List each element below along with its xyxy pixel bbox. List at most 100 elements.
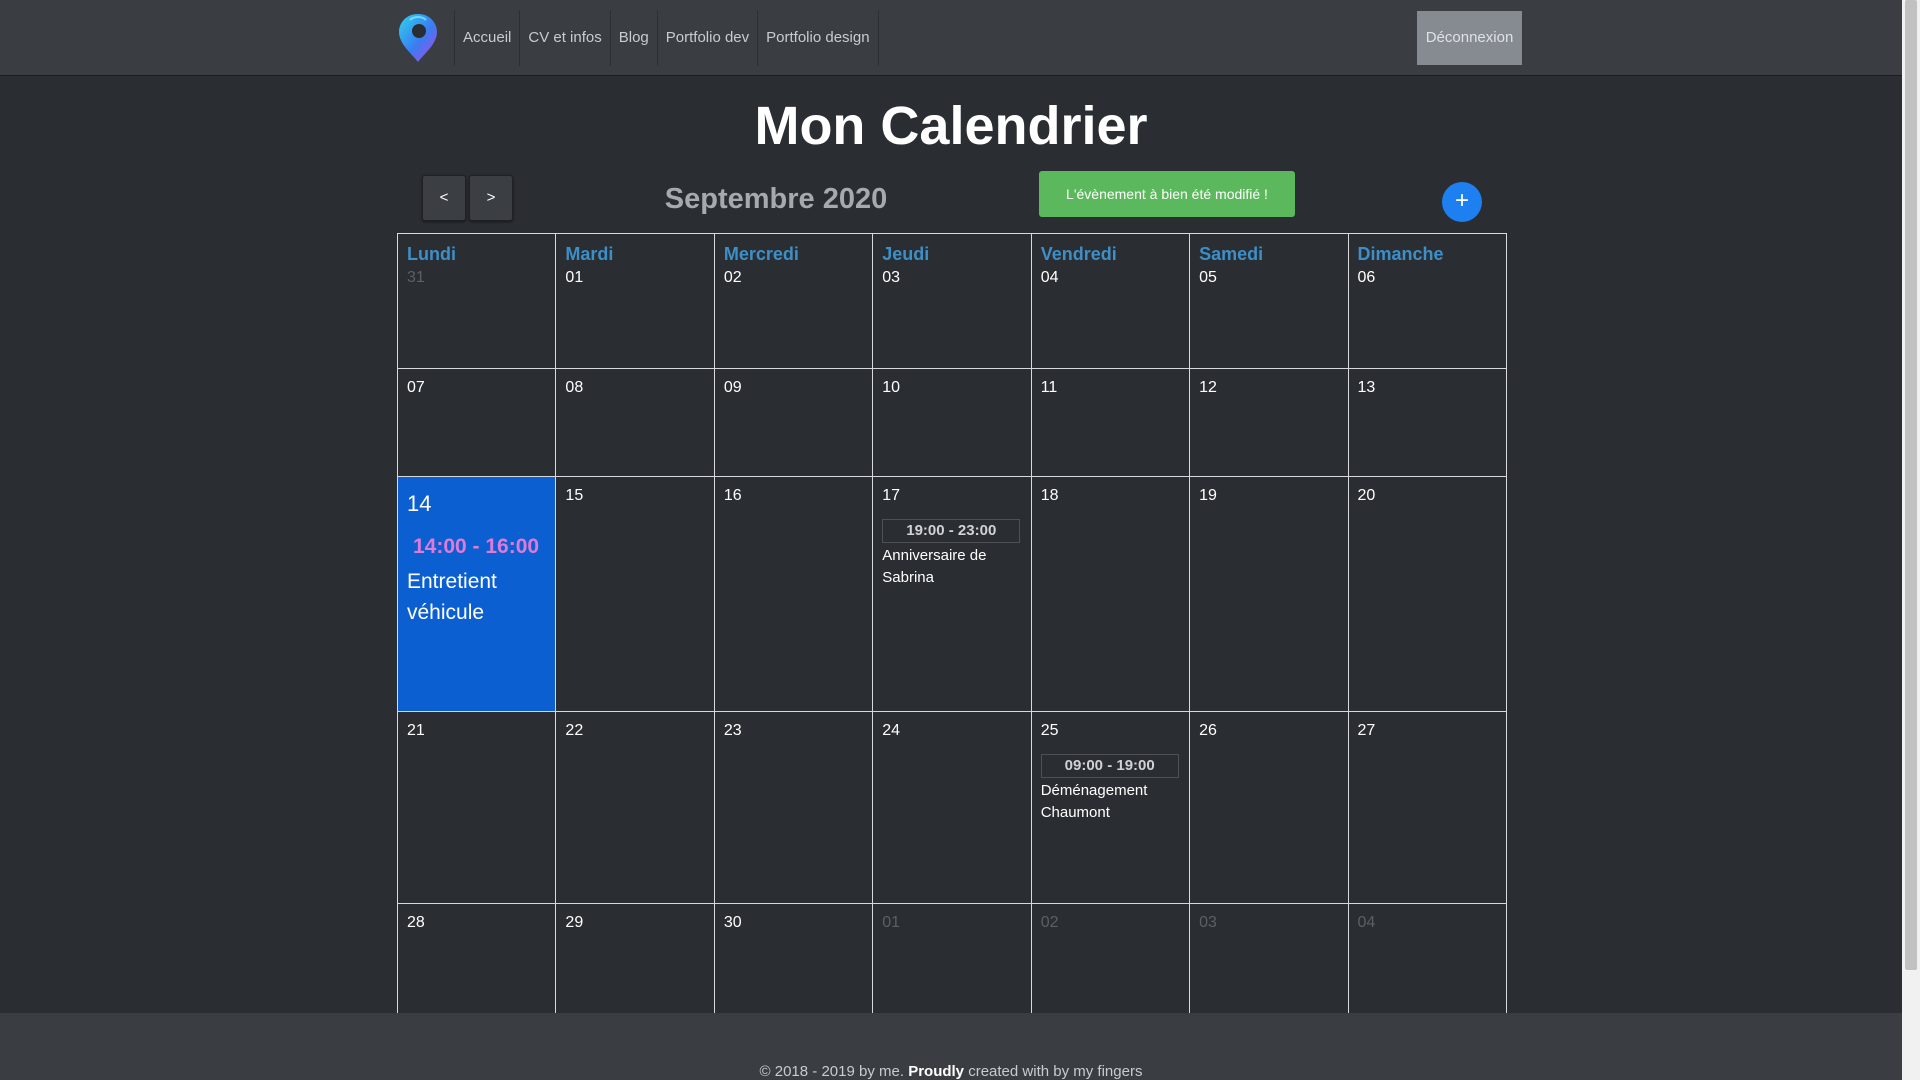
nav-link-accueil[interactable]: Accueil — [454, 10, 519, 66]
day-number: 06 — [1357, 269, 1376, 286]
day-number: 12 — [1199, 379, 1217, 396]
next-month-button[interactable]: > — [469, 175, 513, 221]
day-number: 03 — [882, 269, 901, 286]
calendar-week: 28 29 30 01 02 03 04 — [396, 903, 1508, 1014]
calendar-day[interactable]: 02 — [1030, 903, 1191, 1014]
calendar-day[interactable]: Samedi 05 — [1189, 233, 1349, 369]
calendar-day[interactable]: 01 — [872, 903, 1032, 1014]
day-number: 22 — [565, 722, 584, 739]
map-pin-logo-icon[interactable] — [396, 12, 440, 64]
calendar-day[interactable]: 12 — [1189, 368, 1349, 477]
calendar-day[interactable]: 23 — [713, 711, 874, 904]
calendar-day[interactable]: 29 — [555, 903, 715, 1014]
event-time[interactable]: 14:00 - 16:00 — [407, 535, 546, 559]
day-number: 09 — [723, 379, 742, 396]
nav-links: Accueil CV et infos Blog Portfolio dev P… — [454, 10, 879, 66]
add-event-button[interactable]: + — [1442, 182, 1482, 222]
event-title[interactable]: Anniversaire de Sabrina — [882, 545, 1020, 589]
calendar-day[interactable]: 17 19:00 - 23:00 Anniversaire de Sabrina — [872, 476, 1032, 712]
calendar-day[interactable]: 21 — [396, 711, 557, 904]
scrollbar-thumb[interactable] — [1905, 0, 1917, 970]
calendar-event[interactable]: 09:00 - 19:00 Déménagement Chaumont — [1040, 754, 1179, 824]
navbar: Accueil CV et infos Blog Portfolio dev P… — [0, 0, 1902, 76]
calendar-week: Lundi 31 Mardi 01 Mercredi 02 Jeudi 03 Vendr… — [396, 233, 1508, 369]
day-number: 30 — [723, 914, 742, 931]
day-number: 04 — [1040, 269, 1059, 286]
calendar-day[interactable]: 25 09:00 - 19:00 Déménagement Chaumont — [1030, 711, 1191, 904]
day-number: 29 — [565, 914, 584, 931]
calendar-day[interactable]: 26 — [1189, 711, 1349, 904]
calendar-week: 14 14:00 - 16:00 Entretient véhicule 15 … — [396, 476, 1508, 712]
day-number: 28 — [407, 914, 425, 931]
nav-link-portfolio-design[interactable]: Portfolio design — [757, 10, 879, 66]
calendar-day[interactable]: Mercredi 02 — [713, 233, 874, 369]
day-number: 05 — [1199, 269, 1217, 286]
event-time[interactable]: 19:00 - 23:00 — [882, 519, 1021, 543]
event-time[interactable]: 09:00 - 19:00 — [1040, 754, 1179, 778]
day-number: 02 — [1040, 914, 1059, 931]
day-number: 02 — [723, 269, 742, 286]
calendar-day[interactable]: 03 — [1189, 903, 1349, 1014]
calendar-day[interactable]: Mardi 01 — [555, 233, 715, 369]
calendar-day[interactable]: 16 — [713, 476, 874, 712]
calendar-day[interactable]: 22 — [555, 711, 715, 904]
day-number: 17 — [882, 487, 901, 504]
calendar-grid: Lundi 31 Mardi 01 Mercredi 02 Jeudi 03 Vendr… — [396, 233, 1508, 1014]
calendar-day[interactable]: 27 — [1347, 711, 1508, 904]
calendar-day[interactable]: 28 — [396, 903, 557, 1014]
calendar-day[interactable]: 08 — [555, 368, 715, 477]
calendar-day[interactable]: Lundi 31 — [396, 233, 557, 369]
calendar-day[interactable]: Vendredi 04 — [1030, 233, 1191, 369]
footer-bold: Proudly — [908, 1063, 965, 1080]
day-number: 20 — [1357, 487, 1376, 504]
day-number: 27 — [1357, 722, 1376, 739]
calendar-day[interactable]: 30 — [713, 903, 874, 1014]
day-number: 16 — [723, 487, 742, 504]
weekday-label: Mercredi — [723, 244, 799, 264]
month-label: Septembre 2020 — [664, 183, 888, 215]
day-number: 08 — [565, 379, 584, 396]
day-number: 04 — [1357, 914, 1376, 931]
calendar-day[interactable]: 10 — [872, 368, 1032, 477]
weekday-label: Dimanche — [1357, 244, 1444, 264]
calendar-day[interactable]: 07 — [396, 368, 557, 477]
calendar-day[interactable]: 24 — [872, 711, 1032, 904]
prev-month-button[interactable]: < — [422, 175, 466, 221]
day-number: 26 — [1199, 722, 1217, 739]
calendar-day[interactable]: 20 — [1347, 476, 1508, 712]
weekday-label: Mardi — [565, 244, 614, 264]
calendar-day[interactable]: 13 — [1347, 368, 1508, 477]
footer-credit: created with by my fingers — [968, 1063, 1143, 1080]
event-title[interactable]: Déménagement Chaumont — [1041, 780, 1179, 824]
day-number: 19 — [1199, 487, 1217, 504]
nav-link-portfolio-dev[interactable]: Portfolio dev — [656, 10, 757, 66]
calendar-week: 07 08 09 10 11 12 13 — [396, 368, 1508, 477]
weekday-label: Samedi — [1199, 244, 1264, 264]
calendar-day[interactable]: Jeudi 03 — [872, 233, 1032, 369]
calendar-day[interactable]: 11 — [1030, 368, 1191, 477]
day-number: 10 — [882, 379, 901, 396]
calendar-day[interactable]: 15 — [555, 476, 715, 712]
day-number: 18 — [1040, 487, 1059, 504]
day-number: 01 — [565, 269, 584, 286]
nav-link-blog[interactable]: Blog — [609, 10, 657, 66]
calendar-event[interactable]: 19:00 - 23:00 Anniversaire de Sabrina — [882, 519, 1021, 589]
day-number: 15 — [565, 487, 584, 504]
day-number: 03 — [1199, 914, 1217, 931]
calendar-day[interactable]: Dimanche 06 — [1347, 233, 1508, 369]
calendar-day[interactable]: 04 — [1347, 903, 1508, 1014]
calendar-day-today[interactable]: 14 14:00 - 16:00 Entretient véhicule — [396, 476, 557, 712]
day-number: 31 — [407, 269, 425, 286]
day-number: 24 — [882, 722, 901, 739]
calendar-week: 21 22 23 24 25 09:00 - 19:00 Déménagemen… — [396, 711, 1508, 904]
day-number: 11 — [1040, 379, 1058, 396]
calendar-day[interactable]: 19 — [1189, 476, 1349, 712]
nav-link-cv[interactable]: CV et infos — [519, 10, 609, 66]
calendar-day[interactable]: 09 — [713, 368, 874, 477]
event-title[interactable]: Entretient véhicule — [407, 566, 546, 628]
logout-button[interactable]: Déconnexion — [1417, 11, 1522, 65]
footer-copyright: © 2018 - 2019 by me. — [759, 1063, 905, 1080]
day-number: 01 — [882, 914, 901, 931]
day-number: 23 — [723, 722, 742, 739]
calendar-day[interactable]: 18 — [1030, 476, 1191, 712]
